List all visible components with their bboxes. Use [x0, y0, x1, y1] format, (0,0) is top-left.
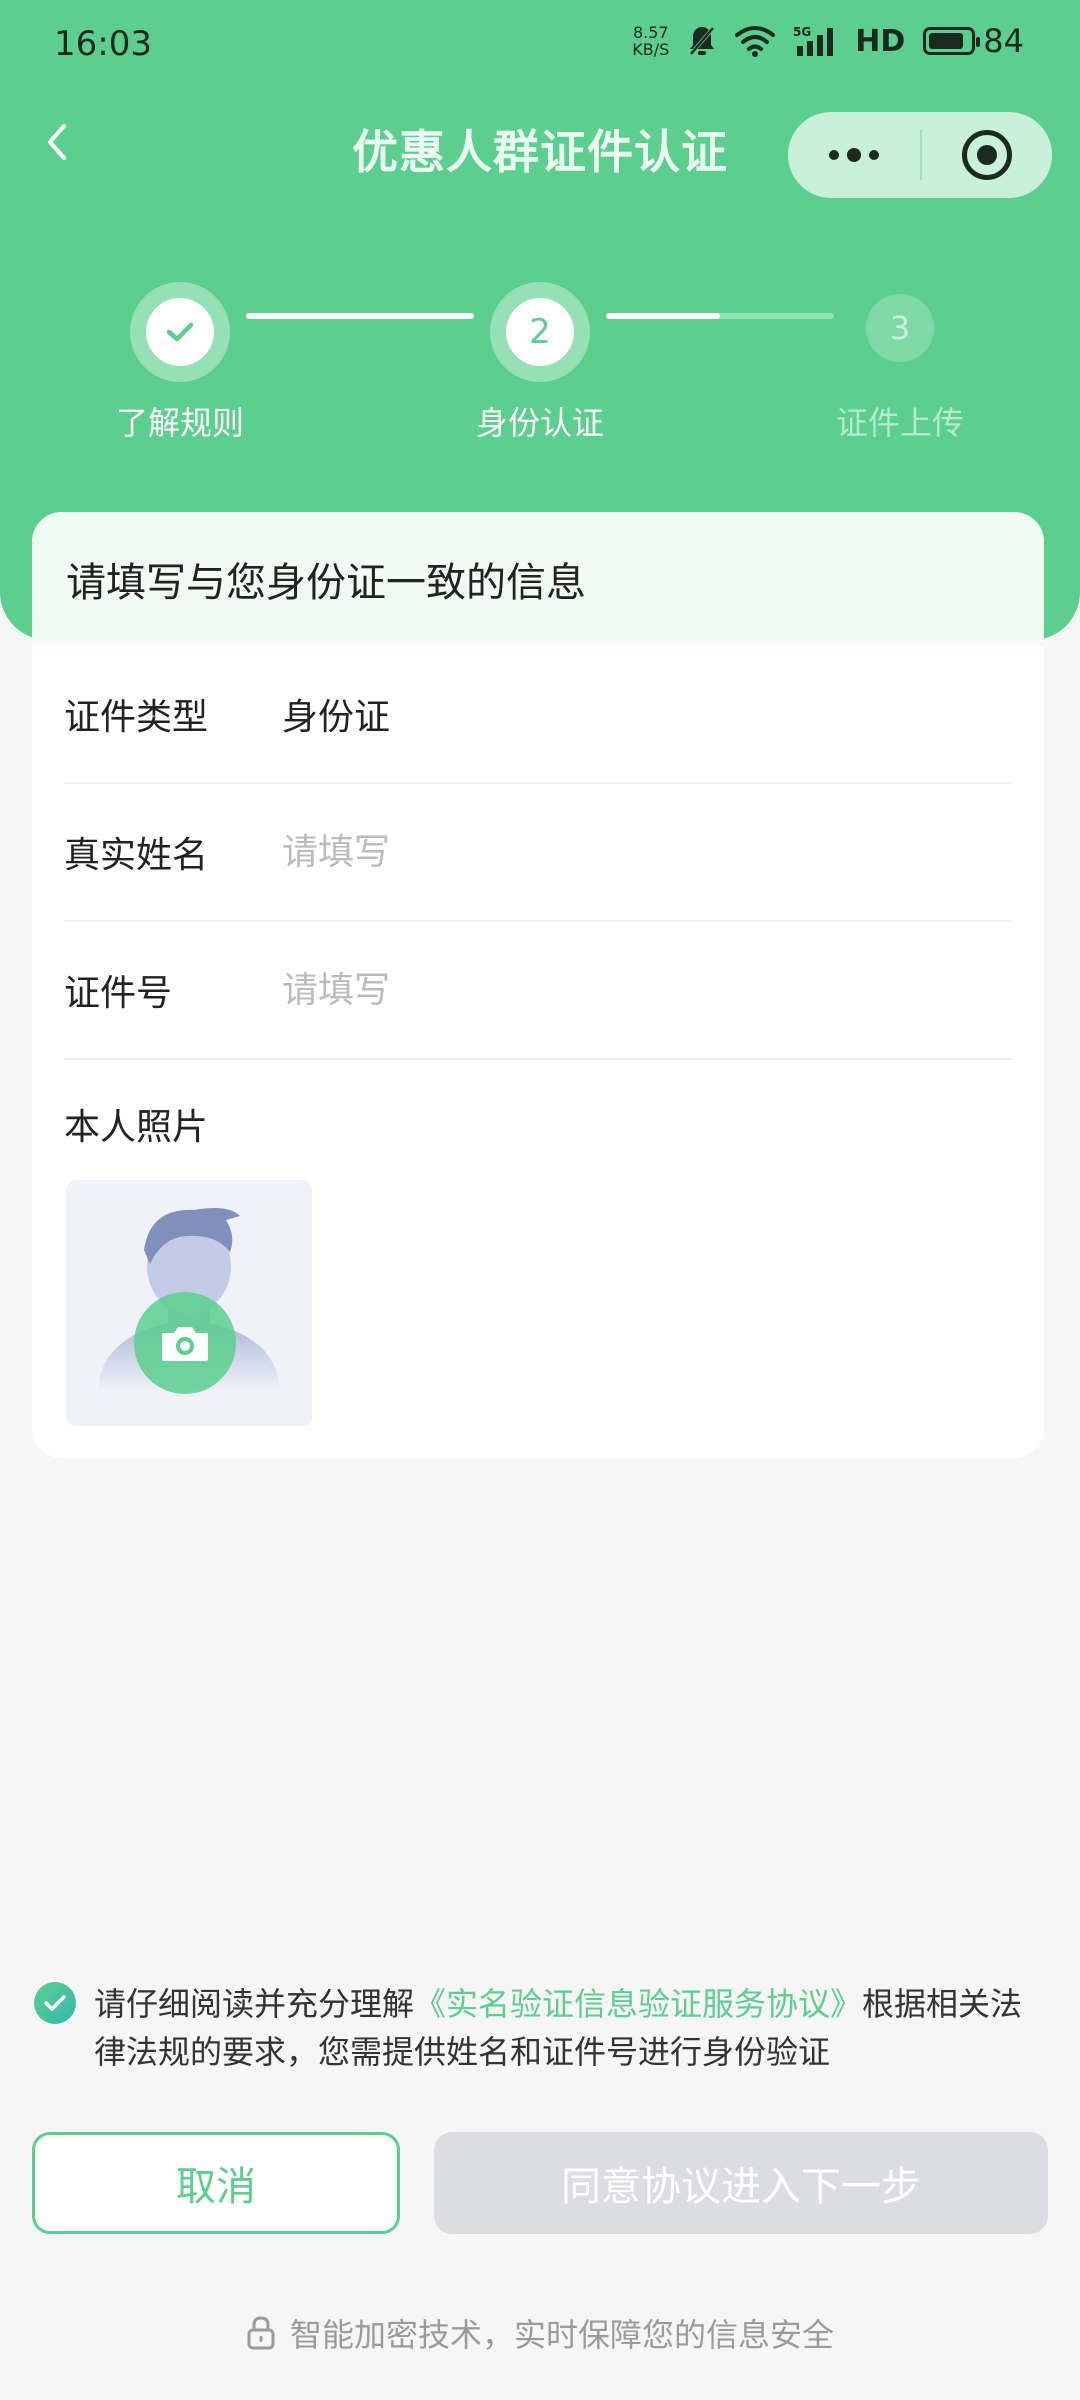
camera-button[interactable]	[134, 1292, 236, 1394]
step-1-label: 了解规则	[115, 404, 244, 442]
step-1-indicator	[130, 282, 230, 382]
real-name-label: 真实姓名	[64, 835, 209, 876]
camera-icon	[162, 1327, 208, 1361]
form-row-id-type[interactable]: 证件类型 身份证	[64, 646, 1012, 784]
bell-muted-icon	[688, 25, 716, 57]
form-heading: 请填写与您身份证一致的信息	[32, 512, 1044, 646]
svg-text:5G: 5G	[793, 25, 811, 39]
close-mini-program-button[interactable]	[922, 112, 1052, 198]
id-type-value[interactable]: 身份证	[282, 688, 390, 740]
mini-program-capsule	[788, 112, 1052, 198]
signal-5g-icon: 5G	[793, 25, 834, 56]
battery-level: 84	[983, 22, 1024, 60]
step-3-indicator: 3	[866, 294, 934, 362]
network-speed: 8.57 KB/S	[632, 23, 670, 59]
agreement-checkbox[interactable]	[34, 1982, 76, 2024]
step-2-indicator: 2	[490, 282, 590, 382]
id-type-label: 证件类型	[64, 697, 209, 738]
status-bar: 16:03 8.57 KB/S 5G HD 84	[0, 0, 1080, 90]
form-row-id-number: 证件号	[64, 922, 1012, 1060]
target-icon	[962, 130, 1012, 180]
wifi-icon	[735, 26, 776, 57]
hd-badge: HD	[855, 23, 906, 59]
security-note: 智能加密技术，实时保障您的信息安全	[0, 2310, 1080, 2356]
security-note-text: 智能加密技术，实时保障您的信息安全	[289, 2316, 834, 2354]
step-connector-2-progress	[606, 313, 720, 319]
check-icon	[44, 1995, 66, 2011]
identity-form-card: 请填写与您身份证一致的信息 证件类型 身份证 真实姓名 证件号 本人照片	[32, 512, 1044, 1458]
form-row-real-name: 真实姓名	[64, 784, 1012, 922]
check-icon	[166, 322, 194, 342]
cancel-button[interactable]: 取消	[32, 2132, 400, 2234]
status-time: 16:03	[54, 24, 152, 64]
battery-icon	[923, 27, 981, 55]
agreement-text: 请仔细阅读并充分理解《实名验证信息验证服务协议》根据相关法律法规的要求，您需提供…	[94, 1980, 1044, 2076]
id-number-input[interactable]	[282, 969, 882, 1011]
step-connector-1	[246, 313, 474, 319]
photo-upload-button[interactable]	[66, 1180, 312, 1426]
real-name-input[interactable]	[282, 831, 882, 873]
more-icon	[829, 150, 839, 160]
step-3-label: 证件上传	[835, 404, 964, 442]
agreement-link[interactable]: 《实名验证信息验证服务协议》	[414, 1985, 862, 2023]
status-icons: 8.57 KB/S 5G HD 84	[632, 22, 1024, 60]
step-2-label: 身份认证	[475, 404, 604, 442]
next-step-button[interactable]: 同意协议进入下一步	[434, 2132, 1048, 2234]
lock-icon	[247, 2316, 275, 2350]
more-button[interactable]	[788, 112, 920, 198]
agreement-prefix: 请仔细阅读并充分理解	[94, 1985, 415, 2023]
photo-label: 本人照片	[64, 1107, 209, 1148]
id-number-label: 证件号	[64, 973, 173, 1014]
battery-indicator: 84	[923, 22, 1024, 60]
